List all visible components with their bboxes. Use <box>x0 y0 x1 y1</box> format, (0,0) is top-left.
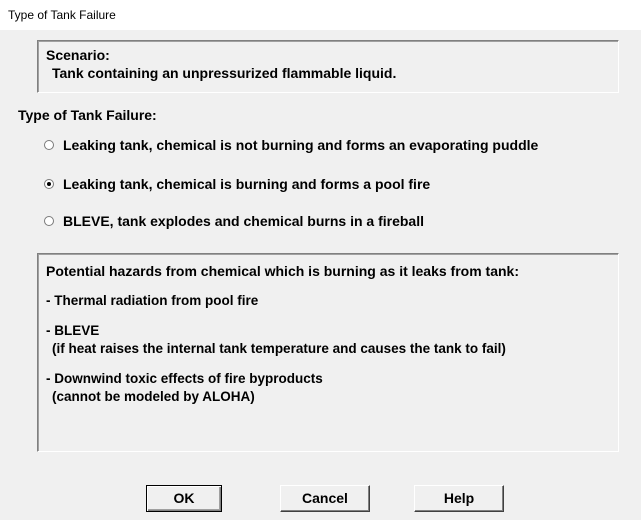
radio-button-selected[interactable] <box>44 179 54 189</box>
help-button[interactable]: Help <box>414 485 504 512</box>
radio-button[interactable] <box>44 140 54 150</box>
hazard-item: - BLEVE (if heat raises the internal tan… <box>46 322 610 358</box>
ok-button[interactable]: OK <box>146 485 222 512</box>
dialog-window: Type of Tank Failure Scenario: Tank cont… <box>0 0 641 520</box>
hazards-box: Potential hazards from chemical which is… <box>37 253 619 452</box>
hazard-item-note: (if heat raises the internal tank temper… <box>52 341 506 356</box>
failure-type-label: Type of Tank Failure: <box>18 107 157 123</box>
hazard-item-title: - Downwind toxic effects of fire byprodu… <box>46 371 323 386</box>
hazards-heading: Potential hazards from chemical which is… <box>46 263 520 279</box>
hazard-item: - Thermal radiation from pool fire <box>46 292 610 310</box>
radio-label[interactable]: Leaking tank, chemical is not burning an… <box>63 137 538 153</box>
hazard-item: - Downwind toxic effects of fire byprodu… <box>46 370 610 406</box>
radio-button[interactable] <box>44 216 54 226</box>
radio-label[interactable]: BLEVE, tank explodes and chemical burns … <box>63 213 424 229</box>
radio-label[interactable]: Leaking tank, chemical is burning and fo… <box>63 176 430 192</box>
hazard-item-note: (cannot be modeled by ALOHA) <box>52 389 255 404</box>
scenario-heading: Scenario: <box>46 47 110 63</box>
scenario-text: Tank containing an unpressurized flammab… <box>52 65 397 81</box>
hazard-item-title: - Thermal radiation from pool fire <box>46 293 259 308</box>
radio-option-bleve-fireball[interactable]: BLEVE, tank explodes and chemical burns … <box>44 213 424 229</box>
window-title: Type of Tank Failure <box>0 0 641 30</box>
hazard-item-title: - BLEVE <box>46 323 100 338</box>
radio-option-evaporating-puddle[interactable]: Leaking tank, chemical is not burning an… <box>44 137 538 153</box>
cancel-button[interactable]: Cancel <box>280 485 370 512</box>
scenario-box: Scenario: Tank containing an unpressuriz… <box>37 40 619 93</box>
radio-option-pool-fire[interactable]: Leaking tank, chemical is burning and fo… <box>44 176 430 192</box>
